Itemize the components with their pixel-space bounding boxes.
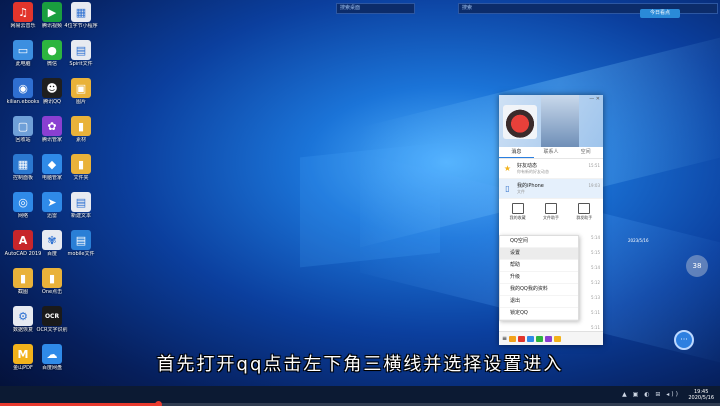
- desktop-icon[interactable]: ▤ Spirit文件: [62, 40, 100, 67]
- app-icon: ♫: [13, 2, 33, 22]
- qq-shortcuts: 我的收藏 文件助手 群发助手: [499, 199, 603, 223]
- app-icon[interactable]: [518, 335, 526, 342]
- app-icon: OCR: [42, 306, 62, 326]
- main-menu-icon[interactable]: ≡: [502, 335, 507, 342]
- qq-chat-row[interactable]: ▯ 我的iPhone 文件 19:03: [499, 179, 603, 199]
- menu-item-settings[interactable]: 设置: [500, 248, 578, 260]
- desktop-icon-label: 新建文本: [70, 213, 91, 219]
- app-icon: ▦: [13, 154, 33, 174]
- qq-list-times: 5:14 5:15 5:14 5:12 5:13 5:11 5:11: [591, 235, 600, 330]
- desktop-icon[interactable]: ▮ 文件夹: [62, 154, 100, 181]
- qq-avatar[interactable]: [503, 105, 537, 139]
- app-icon: ▤: [71, 40, 91, 60]
- taskbar-clock[interactable]: 19:45 2020/5/16: [688, 389, 714, 401]
- menu-item-profile[interactable]: 我的QQ我的资料: [500, 284, 578, 296]
- chat-time: 19:03: [588, 183, 600, 188]
- desktop-search-box[interactable]: 搜索桌面: [336, 3, 415, 14]
- system-tray[interactable]: ▲ ▣ ◐ ⊞ ◂)): [622, 391, 680, 398]
- app-icon: ▤: [71, 230, 91, 250]
- desktop-icon-label: Spirit文件: [69, 61, 93, 67]
- chat-subtitle: 你有新的好友动态: [517, 169, 549, 174]
- shortcut-file-helper[interactable]: 文件助手: [543, 203, 559, 221]
- phone-icon: ▯: [505, 184, 510, 193]
- desktop-icon[interactable]: ▣ 图片: [62, 78, 100, 105]
- app-icon: ➤: [42, 192, 62, 212]
- menu-item-lock[interactable]: 锁定QQ: [500, 308, 578, 320]
- desktop-search-label: 搜索桌面: [340, 5, 361, 11]
- app-icon: ✾: [42, 230, 62, 250]
- desktop-icon-label: 素材: [75, 137, 86, 143]
- app-icon: ▶: [42, 2, 62, 22]
- desktop-icon-label: 文件夹: [73, 175, 89, 181]
- favorites-icon: [511, 203, 524, 214]
- chat-subtitle: 文件: [517, 189, 525, 194]
- floating-action-button[interactable]: ···: [674, 330, 694, 350]
- app-icon: A: [13, 230, 33, 250]
- menu-item-help[interactable]: 帮助: [500, 260, 578, 272]
- desktop: ♫ 网易云音乐 ▶ 腾讯视频 ▦ 4位字节小程序 ▭ 此电脑 ● 微信 ▤ Spirit文件 ◉ kili…: [0, 0, 720, 406]
- chat-icon: [578, 203, 591, 214]
- app-icon: ●: [42, 40, 62, 60]
- qq-cover-photo: [541, 95, 579, 147]
- app-icon: ▮: [13, 268, 33, 288]
- app-icon: ▭: [13, 40, 33, 60]
- app-icon: ✿: [42, 116, 62, 136]
- qq-tab-space[interactable]: 空间: [568, 147, 603, 158]
- app-icon: ▤: [71, 192, 91, 212]
- app-icon: ▢: [13, 116, 33, 136]
- qq-window: — ✕ 消息 联系人 空间 ★ 好友动态 你有新的好友动态 15:51 ▯ 我的…: [499, 95, 603, 345]
- app-icon: ▮: [71, 116, 91, 136]
- qq-header: — ✕: [499, 95, 603, 147]
- app-icon: ▣: [71, 78, 91, 98]
- desktop-icon-label: 4位字节小程序: [64, 23, 98, 29]
- qq-tabs: 消息 联系人 空间: [499, 147, 603, 159]
- qq-tab-contacts[interactable]: 联系人: [534, 147, 569, 158]
- video-subtitle: 首先打开qq点击左下角三横线并选择设置进入: [156, 354, 564, 375]
- qq-bottom-bar: ≡: [499, 331, 603, 345]
- app-icon: ▮: [71, 154, 91, 174]
- menu-item-upgrade[interactable]: 升级: [500, 272, 578, 284]
- video-progress-handle[interactable]: [155, 401, 163, 406]
- desktop-widget: 2023/5/16: [628, 238, 649, 243]
- app-icon: ◎: [13, 192, 33, 212]
- memory-badge[interactable]: 38: [686, 255, 708, 277]
- app-icon[interactable]: [527, 335, 535, 342]
- desktop-icon[interactable]: OCR OCR文字识别: [33, 306, 71, 333]
- desktop-icon[interactable]: ▤ mobile文件: [62, 230, 100, 257]
- top-search-label: 搜索: [462, 5, 473, 11]
- desktop-icon-label: One点击: [41, 289, 63, 295]
- desktop-icon[interactable]: ▦ 4位字节小程序: [62, 2, 100, 29]
- desktop-icon-label: 图片: [75, 99, 86, 105]
- app-icon: ▮: [42, 268, 62, 288]
- light-beam: [300, 142, 440, 268]
- shortcut-group-send[interactable]: 群发助手: [576, 203, 592, 221]
- app-icon[interactable]: [509, 335, 517, 342]
- desktop-icon[interactable]: ▮ One点击: [33, 268, 71, 295]
- app-icon: ☻: [42, 78, 62, 98]
- desktop-icon[interactable]: ▮ 素材: [62, 116, 100, 143]
- qq-window-controls[interactable]: — ✕: [589, 96, 600, 102]
- star-icon: ★: [503, 164, 512, 173]
- qq-tab-messages[interactable]: 消息: [499, 147, 534, 158]
- app-icon[interactable]: [545, 335, 553, 342]
- chat-time: 15:51: [588, 163, 600, 168]
- qq-main-menu: QQ空间 设置 帮助 升级 我的QQ我的资料 退出 锁定QQ: [499, 235, 579, 321]
- desktop-icon-label: mobile文件: [67, 251, 95, 257]
- app-icon: ▦: [71, 2, 91, 22]
- menu-item-quit[interactable]: 退出: [500, 296, 578, 308]
- desktop-icon[interactable]: ▤ 新建文本: [62, 192, 100, 219]
- app-icon: ◆: [42, 154, 62, 174]
- shortcut-favorites[interactable]: 我的收藏: [510, 203, 526, 221]
- desktop-icon-label: OCR文字识别: [36, 327, 68, 333]
- folder-icon: [544, 203, 557, 214]
- top-right-button[interactable]: 今日看点: [640, 9, 680, 18]
- menu-item-qzone[interactable]: QQ空间: [500, 236, 578, 248]
- qq-chat-row[interactable]: ★ 好友动态 你有新的好友动态 15:51: [499, 159, 603, 179]
- app-icon: ⚙: [13, 306, 33, 326]
- app-icon: ◉: [13, 78, 33, 98]
- app-icon[interactable]: [554, 335, 562, 342]
- app-icon[interactable]: [536, 335, 544, 342]
